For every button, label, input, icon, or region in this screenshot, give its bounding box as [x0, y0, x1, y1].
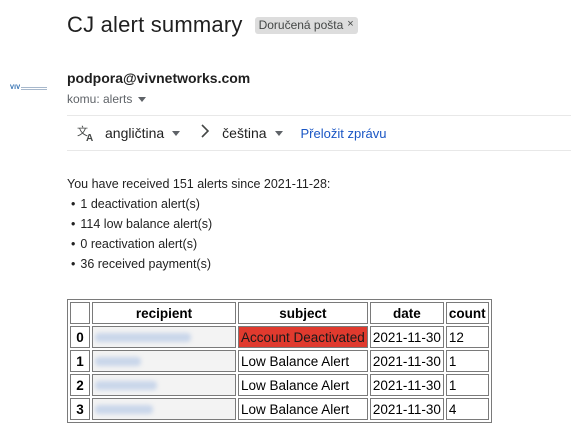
- subject-cell: Account Deactivated: [238, 326, 368, 348]
- chevron-down-icon: [172, 130, 181, 136]
- svg-text:A: A: [86, 133, 93, 142]
- table-row: 2 Low Balance Alert 2021-11-30 1: [70, 374, 489, 396]
- row-index: 1: [70, 350, 90, 372]
- recipient-cell-redacted[interactable]: [92, 398, 236, 420]
- logo-lines: [21, 87, 48, 90]
- table-header-index: [70, 302, 90, 324]
- chevron-down-icon: [274, 130, 283, 136]
- target-language-select[interactable]: čeština: [222, 125, 283, 141]
- date-cell: 2021-11-30: [369, 350, 444, 372]
- subject-cell: Low Balance Alert: [238, 398, 368, 420]
- subject-cell: Low Balance Alert: [238, 350, 368, 372]
- inbox-label-chip[interactable]: Doručená pošta ×: [254, 16, 358, 34]
- recipient-cell-redacted[interactable]: [92, 374, 236, 396]
- count-cell: 1: [445, 350, 489, 372]
- email-body: You have received 151 alerts since 2021-…: [67, 174, 330, 274]
- sender-address[interactable]: podpora@vivnetworks.com: [67, 70, 250, 86]
- email-subject-row: CJ alert summary Doručená pošta ×: [67, 12, 358, 38]
- recipient-cell-redacted[interactable]: [92, 326, 236, 348]
- date-cell: 2021-11-30: [369, 398, 444, 420]
- count-cell: 12: [445, 326, 489, 348]
- table-header-date: date: [369, 302, 444, 324]
- logo-text: VIV: [10, 85, 21, 91]
- count-cell: 4: [445, 398, 489, 420]
- row-index: 3: [70, 398, 90, 420]
- chevron-right-icon: [200, 123, 210, 143]
- target-language-label: čeština: [222, 125, 267, 141]
- chevron-down-icon[interactable]: [138, 96, 147, 102]
- table-row: 1 Low Balance Alert 2021-11-30 1: [70, 350, 489, 372]
- table-header-count: count: [445, 302, 489, 324]
- source-language-select[interactable]: angličtina: [105, 125, 181, 141]
- table-header-recipient: recipient: [92, 302, 236, 324]
- date-cell: 2021-11-30: [369, 326, 444, 348]
- translate-icon: 文 A: [77, 124, 95, 142]
- translate-bar: 文 A angličtina čeština Přeložit zprávu: [67, 115, 571, 151]
- list-item: 114 low balance alert(s): [67, 214, 330, 234]
- list-item: 1 deactivation alert(s): [67, 194, 330, 214]
- count-cell: 1: [445, 374, 489, 396]
- table-row: 0 Account Deactivated 2021-11-30 12: [70, 326, 489, 348]
- date-cell: 2021-11-30: [369, 374, 444, 396]
- recipient-label: komu: alerts: [67, 92, 133, 106]
- alert-bullet-list: 1 deactivation alert(s) 114 low balance …: [67, 194, 330, 274]
- email-subject: CJ alert summary: [67, 12, 243, 37]
- alerts-table: recipient subject date count 0 Account D…: [67, 299, 492, 423]
- table-header-subject: subject: [238, 302, 368, 324]
- row-index: 2: [70, 374, 90, 396]
- translate-message-link[interactable]: Přeložit zprávu: [301, 126, 387, 141]
- alert-intro: You have received 151 alerts since 2021-…: [67, 177, 331, 191]
- table-row: 3 Low Balance Alert 2021-11-30 4: [70, 398, 489, 420]
- inbox-label-text: Doručená pošta: [258, 17, 344, 32]
- table-header-row: recipient subject date count: [70, 302, 489, 324]
- subject-cell: Low Balance Alert: [238, 374, 368, 396]
- list-item: 36 received payment(s): [67, 254, 330, 274]
- sender-logo: VIV: [10, 85, 48, 91]
- source-language-label: angličtina: [105, 125, 165, 141]
- list-item: 0 reactivation alert(s): [67, 234, 330, 254]
- close-icon[interactable]: ×: [347, 19, 353, 30]
- recipient-cell-redacted[interactable]: [92, 350, 236, 372]
- row-index: 0: [70, 326, 90, 348]
- recipient-details[interactable]: komu: alerts: [67, 92, 147, 106]
